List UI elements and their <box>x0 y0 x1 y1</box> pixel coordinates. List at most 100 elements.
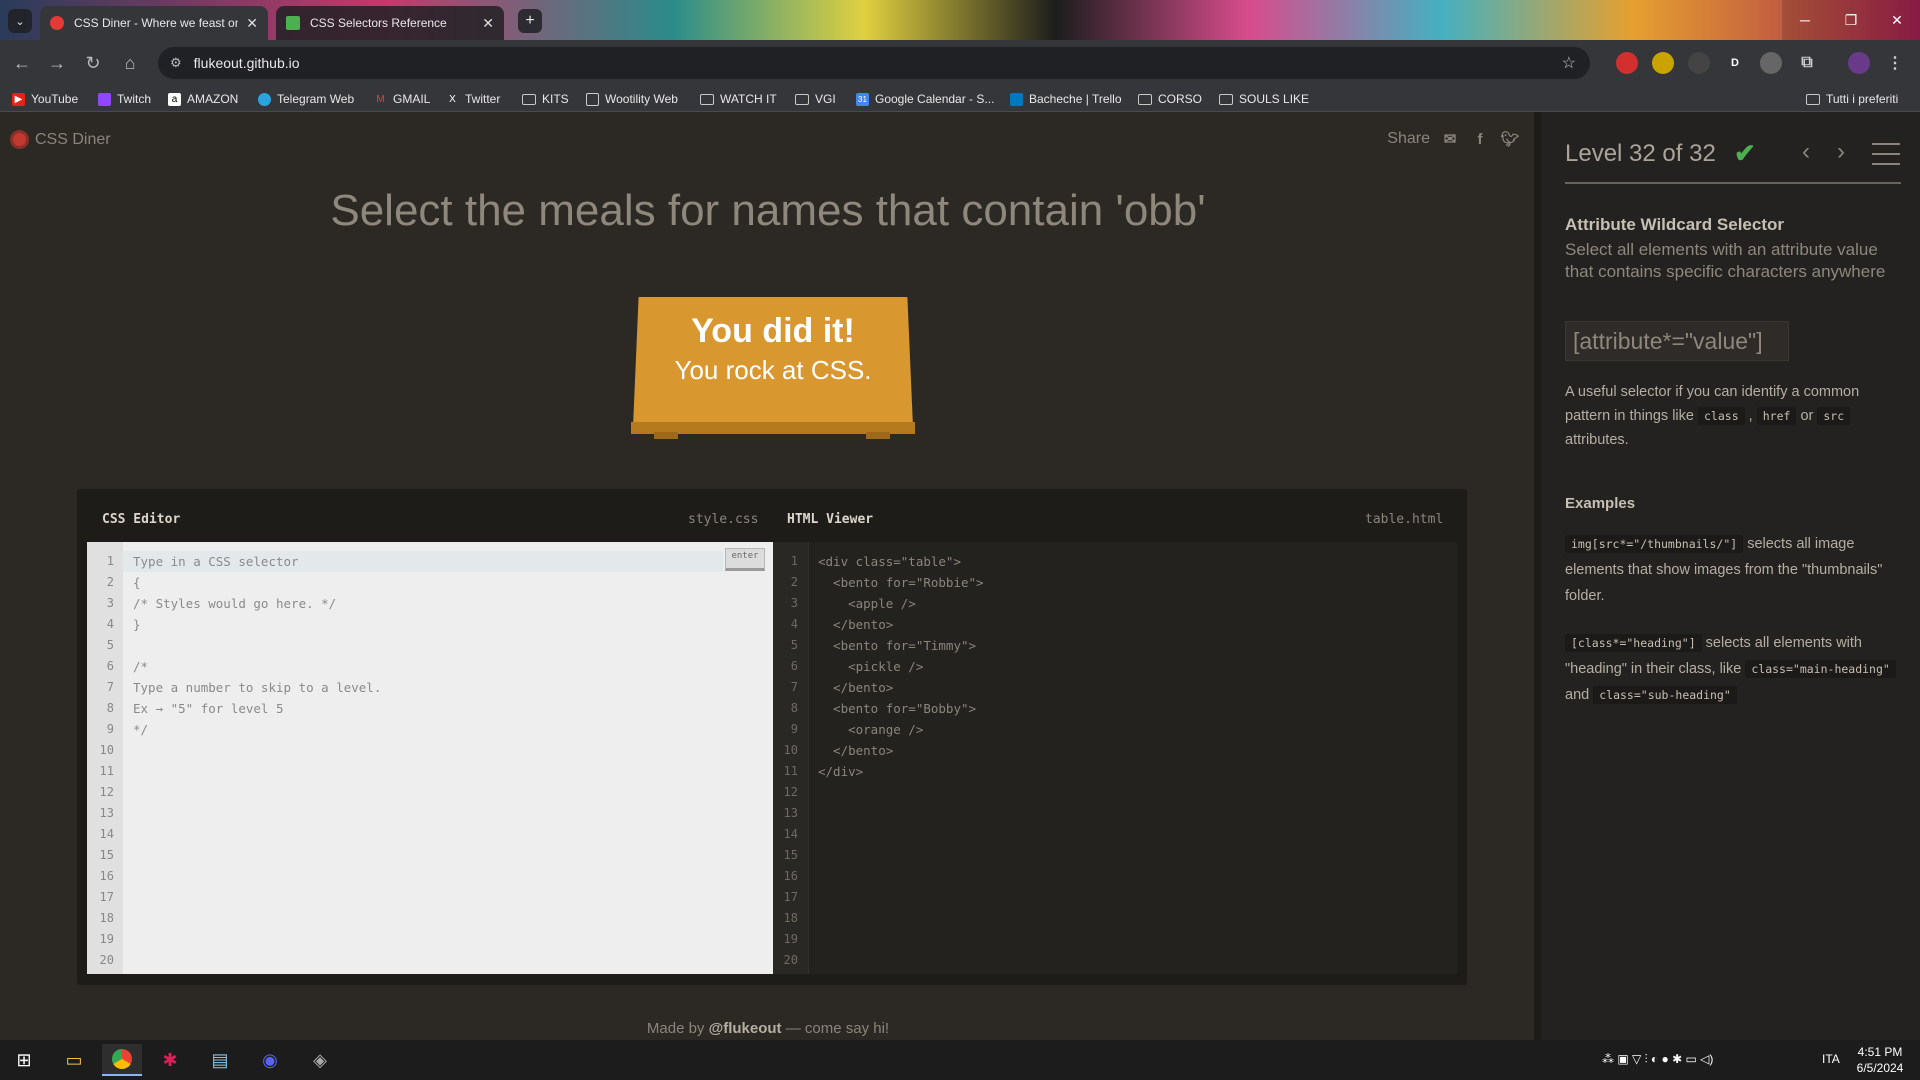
close-icon: ✕ <box>1891 11 1903 28</box>
close-icon[interactable]: ✕ <box>246 15 258 32</box>
app-icon[interactable]: ◈ <box>300 1044 340 1076</box>
table-leg <box>866 432 890 439</box>
reload-button[interactable]: ↻ <box>81 51 105 75</box>
line-number: 14 <box>783 827 798 841</box>
extension-yellow-icon[interactable] <box>1652 52 1674 74</box>
facebook-icon[interactable]: f <box>1470 130 1490 148</box>
close-icon[interactable]: ✕ <box>482 15 494 32</box>
line-number: 9 <box>790 722 798 736</box>
close-window-button[interactable]: ✕ <box>1874 0 1920 40</box>
restore-button[interactable]: ❐ <box>1828 0 1874 40</box>
home-button[interactable]: ⌂ <box>118 51 142 75</box>
line-number: 2 <box>106 575 114 589</box>
examples-heading: Examples <box>1565 495 1636 512</box>
bookmark-label: Tutti i preferiti <box>1826 92 1899 106</box>
chrome-taskbar-icon[interactable] <box>102 1044 142 1076</box>
bookmark-youtube[interactable]: ▶ YouTube <box>12 92 78 106</box>
example-text: and <box>1565 687 1594 703</box>
line-number: 1 <box>106 554 114 568</box>
bookmark-all[interactable]: Tutti i preferiti <box>1806 92 1898 106</box>
selector-description: Select all elements with an attribute va… <box>1565 240 1886 281</box>
bookmark-folder-vgi[interactable]: VGI <box>795 92 836 106</box>
bookmark-star-icon[interactable]: ☆ <box>1562 53 1576 73</box>
enter-button[interactable]: enter <box>725 548 765 571</box>
code-line: Type a number to skip to a level. <box>133 680 382 695</box>
bookmark-label: CORSO <box>1158 92 1203 106</box>
extension-d-label: D <box>1731 57 1739 69</box>
level-menu-icon[interactable] <box>1872 143 1900 165</box>
minimize-button[interactable]: ─ <box>1782 0 1828 40</box>
arrow-right-icon: → <box>48 52 66 73</box>
home-icon: ⌂ <box>124 52 136 73</box>
clock-date: 6/5/2024 <box>1856 1061 1904 1075</box>
selector-hint: A useful selector if you can identify a … <box>1565 380 1900 452</box>
bookmark-twitch[interactable]: Twitch <box>98 92 151 106</box>
next-level-button[interactable]: › <box>1837 138 1845 166</box>
forward-button[interactable]: → <box>45 51 69 75</box>
w3schools-favicon-icon <box>286 16 300 30</box>
reload-icon: ↻ <box>85 52 101 73</box>
line-number: 20 <box>783 953 798 967</box>
address-bar[interactable]: ⚙ flukeout.github.io ☆ <box>158 47 1590 79</box>
tab-search-button[interactable]: ⌄ <box>8 9 32 33</box>
line-number: 8 <box>106 701 114 715</box>
extension-red-icon[interactable] <box>1616 52 1638 74</box>
bookmark-folder-kits[interactable]: KITS <box>522 92 569 106</box>
checkmark-icon: ✔ <box>1734 138 1756 168</box>
slack-icon[interactable]: ✱ <box>150 1044 190 1076</box>
code-line: } <box>133 617 141 632</box>
previous-level-button[interactable]: ‹ <box>1802 138 1810 166</box>
footer-suffix: — come say hi! <box>781 1020 890 1037</box>
tray-icons[interactable]: ⁂ ▣ ▽ ⫶ ◐ ● ✱ ▭ ◁) <box>1602 1052 1713 1067</box>
code-line: */ <box>133 722 149 737</box>
plate-icon <box>10 130 29 149</box>
twitter-icon[interactable]: 🐦︎ <box>1500 130 1520 148</box>
code-line: <pickle /> <box>818 659 924 674</box>
site-info-icon[interactable]: ⚙ <box>170 55 182 71</box>
new-tab-button[interactable]: + <box>518 9 542 33</box>
tab-css-diner[interactable]: CSS Diner - Where we feast on ✕ <box>40 6 268 40</box>
bookmark-google-calendar[interactable]: 31 Google Calendar - S... <box>856 92 994 106</box>
extension-circle-icon[interactable] <box>1760 52 1782 74</box>
line-number: 5 <box>790 638 798 652</box>
tab-css-selectors-reference[interactable]: CSS Selectors Reference ✕ <box>276 6 504 40</box>
line-number: 7 <box>790 680 798 694</box>
windows-start-icon[interactable]: ⊞ <box>4 1044 44 1076</box>
bookmark-amazon[interactable]: a AMAZON <box>168 92 238 106</box>
extension-d-icon[interactable]: D <box>1724 52 1746 74</box>
bookmark-folder-watch-it[interactable]: WATCH IT <box>700 92 777 106</box>
line-number: 10 <box>783 743 798 757</box>
browser-menu-icon[interactable]: ⋮ <box>1884 52 1906 74</box>
bookmark-folder-souls-like[interactable]: SOULS LIKE <box>1219 92 1309 106</box>
bookmark-folder-corso[interactable]: CORSO <box>1138 92 1202 106</box>
hint-code: href <box>1756 407 1797 425</box>
telegram-icon <box>258 92 271 106</box>
line-number: 15 <box>99 848 114 862</box>
author-link[interactable]: @flukeout <box>709 1020 782 1037</box>
input-language[interactable]: ITA <box>1822 1052 1840 1066</box>
chrome-icon <box>112 1049 132 1069</box>
logo[interactable]: CSS Diner <box>10 130 111 149</box>
system-clock[interactable]: 4:51 PM 6/5/2024 <box>1850 1044 1910 1076</box>
bookmark-label: Telegram Web <box>277 92 355 106</box>
email-icon[interactable]: ✉ <box>1440 130 1460 148</box>
profile-avatar[interactable] <box>1848 52 1870 74</box>
line-number: 5 <box>106 638 114 652</box>
file-explorer-icon[interactable]: ▭ <box>54 1044 94 1076</box>
bookmark-wootility[interactable]: Wootility Web <box>586 92 678 106</box>
bookmark-label: WATCH IT <box>720 92 777 106</box>
back-button[interactable]: ← <box>10 51 34 75</box>
bookmark-telegram[interactable]: Telegram Web <box>258 92 354 106</box>
extensions-puzzle-icon[interactable]: ⧉ <box>1796 52 1818 74</box>
bookmark-gmail[interactable]: M GMAIL <box>374 92 430 106</box>
panel-divider[interactable] <box>1534 112 1542 1040</box>
hint-text: , <box>1744 408 1757 424</box>
notes-app-icon[interactable]: ▤ <box>200 1044 240 1076</box>
discord-icon[interactable]: ◉ <box>250 1044 290 1076</box>
bookmark-trello[interactable]: Bacheche | Trello <box>1010 92 1122 106</box>
line-number: 12 <box>783 785 798 799</box>
bookmark-twitter[interactable]: X Twitter <box>446 92 500 106</box>
arrow-left-icon: ← <box>13 52 31 73</box>
extension-cat-icon[interactable] <box>1688 52 1710 74</box>
code-line: /* <box>133 659 149 674</box>
